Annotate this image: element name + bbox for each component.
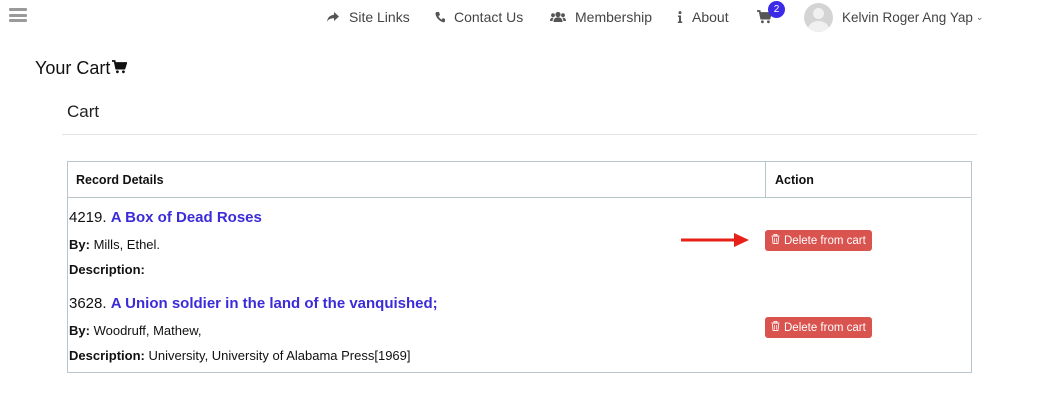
table-header: Record Details Action bbox=[68, 162, 971, 198]
by-label: By: bbox=[69, 237, 90, 252]
user-menu[interactable]: Kelvin Roger Ang Yap ⌄ bbox=[804, 3, 983, 32]
record-author: Woodruff, Mathew, bbox=[93, 323, 202, 338]
annotation-arrow-icon bbox=[681, 233, 749, 247]
top-navbar: Site Links Contact Us Membership About 2… bbox=[0, 0, 1039, 34]
record-title-link[interactable]: A Union soldier in the land of the vanqu… bbox=[111, 295, 438, 312]
nav-contact-us[interactable]: Contact Us bbox=[435, 7, 523, 27]
info-icon bbox=[677, 11, 683, 23]
cart-icon bbox=[112, 58, 128, 79]
nav-label: Site Links bbox=[349, 9, 410, 25]
cart-count-badge: 2 bbox=[768, 1, 785, 18]
cart-table: Record Details Action 4219. A Box of Dea… bbox=[67, 161, 972, 373]
description-label: Description: bbox=[69, 262, 145, 277]
table-row: 4219. A Box of Dead Roses By: Mills, Eth… bbox=[68, 198, 971, 285]
nav-label: About bbox=[692, 9, 729, 25]
record-number: 4219. bbox=[69, 209, 107, 226]
record-number: 3628. bbox=[69, 295, 107, 312]
nav-label: Membership bbox=[575, 9, 653, 25]
divider bbox=[62, 134, 977, 135]
record-description-line: Description: bbox=[69, 262, 145, 277]
delete-from-cart-button[interactable]: Delete from cart bbox=[765, 230, 872, 251]
avatar bbox=[804, 3, 833, 32]
record-author-line: By: Woodruff, Mathew, bbox=[69, 323, 202, 338]
nav-site-links[interactable]: Site Links bbox=[326, 7, 410, 27]
column-header-action: Action bbox=[765, 162, 971, 197]
record-title-line: 3628. A Union soldier in the land of the… bbox=[69, 295, 438, 312]
nav-label: Contact Us bbox=[454, 9, 524, 25]
user-name: Kelvin Roger Ang Yap bbox=[842, 10, 973, 25]
phone-icon bbox=[435, 11, 445, 23]
page-title-text: Your Cart bbox=[35, 58, 111, 78]
nav-about[interactable]: About bbox=[677, 7, 729, 27]
share-icon bbox=[326, 11, 340, 23]
delete-button-label: Delete from cart bbox=[784, 321, 866, 334]
users-icon bbox=[550, 11, 566, 23]
record-description-line: Description: University, University of A… bbox=[69, 348, 411, 363]
record-title-link[interactable]: A Box of Dead Roses bbox=[111, 209, 262, 226]
table-row: 3628. A Union soldier in the land of the… bbox=[68, 285, 971, 372]
record-author-line: By: Mills, Ethel. bbox=[69, 237, 160, 252]
section-title: Cart bbox=[67, 102, 100, 121]
cart-nav-button[interactable]: 2 bbox=[757, 1, 785, 26]
trash-icon bbox=[771, 234, 780, 247]
delete-from-cart-button[interactable]: Delete from cart bbox=[765, 317, 872, 338]
record-description: University, University of Alabama Press[… bbox=[148, 348, 411, 363]
chevron-down-icon: ⌄ bbox=[975, 12, 984, 22]
delete-button-label: Delete from cart bbox=[784, 234, 866, 247]
nav-membership[interactable]: Membership bbox=[550, 7, 652, 27]
description-label: Description: bbox=[69, 348, 145, 363]
hamburger-icon[interactable] bbox=[9, 8, 27, 22]
record-title-line: 4219. A Box of Dead Roses bbox=[69, 209, 262, 226]
record-author: Mills, Ethel. bbox=[93, 237, 161, 252]
page-title: Your Cart bbox=[35, 58, 128, 79]
column-header-record-details: Record Details bbox=[76, 173, 164, 187]
by-label: By: bbox=[69, 323, 90, 338]
trash-icon bbox=[771, 321, 780, 334]
